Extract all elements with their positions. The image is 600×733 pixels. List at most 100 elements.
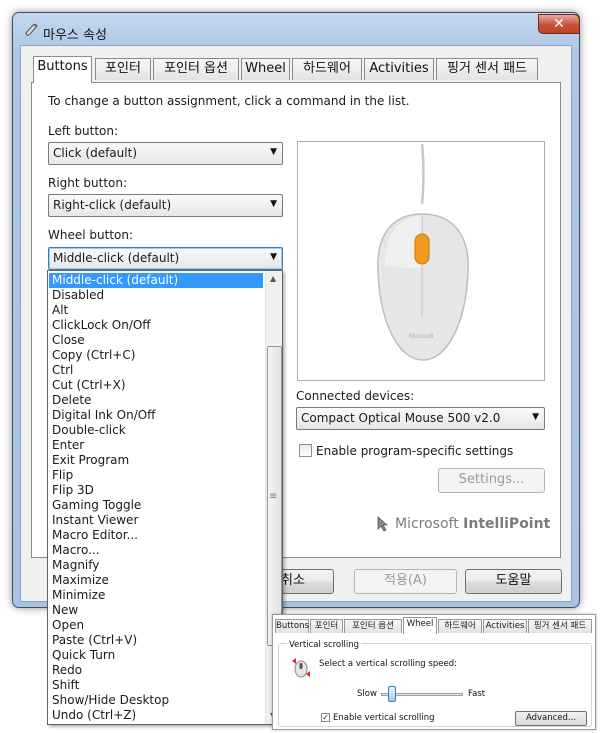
help-button[interactable]: 도움말 — [465, 569, 562, 594]
enable-vertical-scrolling-label: Enable vertical scrolling — [333, 713, 435, 723]
wheel-button-value: Middle-click (default) — [53, 251, 180, 265]
inset-tab-buttons[interactable]: Buttons — [275, 619, 309, 633]
fast-label: Fast — [468, 689, 486, 699]
cancel-label: 취소 — [281, 573, 305, 588]
tab-finger-sensor-pad[interactable]: 핑거 센서 패드 — [436, 58, 538, 80]
tab-hardware[interactable]: 하드웨어 — [292, 58, 362, 80]
close-icon: ✕ — [553, 16, 565, 32]
dropdown-item[interactable]: Open — [49, 618, 263, 633]
dropdown-item[interactable]: Macro Editor... — [49, 528, 263, 543]
dropdown-item[interactable]: Quick Turn — [49, 648, 263, 663]
enable-vertical-scrolling-checkbox[interactable]: ✓ — [321, 713, 330, 722]
tab-buttons[interactable]: Buttons — [33, 56, 92, 83]
program-specific-checkbox[interactable] — [299, 444, 312, 457]
dropdown-item[interactable]: Show/Hide Desktop — [49, 693, 263, 708]
dropdown-item[interactable]: Paste (Ctrl+V) — [49, 633, 263, 648]
dropdown-item[interactable]: Double-click — [49, 423, 263, 438]
dropdown-item[interactable]: Delete — [49, 393, 263, 408]
tab-activities[interactable]: Activities — [364, 58, 434, 80]
tab-label: Buttons — [37, 59, 88, 74]
tab-label: 포인터 옵션 — [352, 621, 394, 631]
scroll-speed-slider[interactable] — [381, 685, 463, 705]
brand-intellipoint: IntelliPoint — [463, 516, 551, 532]
inset-tab-activities[interactable]: Activities — [483, 619, 527, 633]
dropdown-item[interactable]: Maximize — [49, 573, 263, 588]
dropdown-item[interactable]: Exit Program — [49, 453, 263, 468]
left-button-value: Click (default) — [53, 146, 137, 160]
chevron-down-icon: ▼ — [270, 147, 277, 157]
dropdown-item[interactable]: Macro... — [49, 543, 263, 558]
mouse-preview: Microsoft — [297, 141, 545, 381]
wheel-button-select[interactable]: Middle-click (default) ▼ — [48, 247, 283, 270]
dropdown-item[interactable]: Instant Viewer — [49, 513, 263, 528]
advanced-button[interactable]: Advanced... — [515, 711, 587, 726]
tab-label: 하드웨어 — [303, 61, 351, 76]
grip-icon: ≡ — [269, 491, 278, 502]
instruction-text: To change a button assignment, click a c… — [48, 94, 410, 108]
dropdown-item[interactable]: Cut (Ctrl+X) — [49, 378, 263, 393]
tab-wheel[interactable]: Wheel — [241, 58, 290, 80]
dropdown-item[interactable]: Shift — [49, 678, 263, 693]
chevron-down-icon: ▼ — [270, 252, 277, 262]
tab-pointer-options[interactable]: 포인터 옵션 — [153, 58, 239, 80]
right-button-value: Right-click (default) — [53, 198, 172, 212]
chevron-down-icon: ▼ — [270, 199, 277, 209]
dropdown-item[interactable]: Undo (Ctrl+Z) — [49, 708, 263, 723]
wheel-tab-inset: Buttons 포인터 포인터 옵션 Wheel 하드웨어 Activities… — [272, 614, 596, 730]
tab-label: 포인터 옵션 — [164, 61, 228, 76]
brand-text: Microsoft IntelliPoint — [395, 516, 550, 532]
tab-label: 포인터 — [314, 621, 339, 631]
mouse-image: Microsoft — [377, 143, 469, 361]
dropdown-item[interactable]: Copy (Ctrl+C) — [49, 348, 263, 363]
inset-tab-wheel[interactable]: Wheel — [403, 617, 437, 634]
program-specific-label: Enable program-specific settings — [316, 444, 514, 458]
mouse-app-icon — [23, 22, 39, 42]
tab-label: Wheel — [406, 619, 434, 629]
connected-devices-label: Connected devices: — [296, 389, 415, 403]
window-title: 마우스 속성 — [43, 28, 107, 43]
tab-label: 하드웨어 — [444, 621, 476, 631]
dropdown-item[interactable]: Magnify — [49, 558, 263, 573]
dropdown-item[interactable]: Disabled — [49, 288, 263, 303]
dropdown-item[interactable]: Minimize — [49, 588, 263, 603]
dropdown-item[interactable]: Redo — [49, 663, 263, 678]
scroll-speed-label: Select a vertical scrolling speed: — [319, 659, 457, 669]
dropdown-item[interactable]: Middle-click (default) — [49, 273, 263, 288]
close-button[interactable]: ✕ — [538, 14, 580, 34]
tab-pointer[interactable]: 포인터 — [95, 58, 151, 80]
dropdown-item[interactable]: Digital Ink On/Off — [49, 408, 263, 423]
dropdown-item[interactable]: New — [49, 603, 263, 618]
left-button-label: Left button: — [48, 124, 119, 138]
cursor-logo-icon — [376, 516, 390, 535]
dropdown-item[interactable]: Ctrl — [49, 363, 263, 378]
right-button-select[interactable]: Right-click (default) ▼ — [48, 194, 283, 217]
dropdown-item[interactable]: Close — [49, 333, 263, 348]
scroll-up-icon[interactable]: ▲ — [270, 274, 276, 283]
slow-label: Slow — [357, 689, 377, 699]
tab-label: 핑거 센서 패드 — [533, 621, 587, 631]
settings-button[interactable]: Settings... — [438, 468, 545, 493]
left-button-select[interactable]: Click (default) ▼ — [48, 142, 283, 165]
inset-tab-pointer[interactable]: 포인터 — [310, 619, 343, 633]
apply-button[interactable]: 적용(A) — [354, 569, 457, 594]
dropdown-item[interactable]: Flip 3D — [49, 483, 263, 498]
dropdown-item[interactable]: Enter — [49, 438, 263, 453]
inset-tab-pointer-options[interactable]: 포인터 옵션 — [344, 619, 402, 633]
tab-label: 핑거 센서 패드 — [446, 61, 528, 76]
right-button-label: Right button: — [48, 176, 128, 190]
slider-thumb[interactable] — [388, 686, 396, 702]
scroll-wheel-icon — [289, 657, 313, 682]
wheel-button-label: Wheel button: — [48, 228, 134, 242]
dropdown-item[interactable]: Flip — [49, 468, 263, 483]
vertical-scrolling-title: Vertical scrolling — [287, 640, 361, 650]
wheel-button-dropdown-list[interactable]: Middle-click (default) Disabled Alt ClickLo… — [47, 270, 283, 725]
inset-tab-hardware[interactable]: 하드웨어 — [438, 619, 482, 633]
brand-microsoft: Microsoft — [395, 516, 459, 532]
dropdown-item[interactable]: ClickLock On/Off — [49, 318, 263, 333]
inset-tab-finger-sensor-pad[interactable]: 핑거 센서 패드 — [528, 619, 592, 633]
connected-devices-select[interactable]: Compact Optical Mouse 500 v2.0 ▼ — [296, 407, 545, 430]
tab-label: 포인터 — [105, 61, 141, 76]
dropdown-item[interactable]: Gaming Toggle — [49, 498, 263, 513]
chevron-down-icon: ▼ — [532, 412, 539, 422]
dropdown-item[interactable]: Alt — [49, 303, 263, 318]
